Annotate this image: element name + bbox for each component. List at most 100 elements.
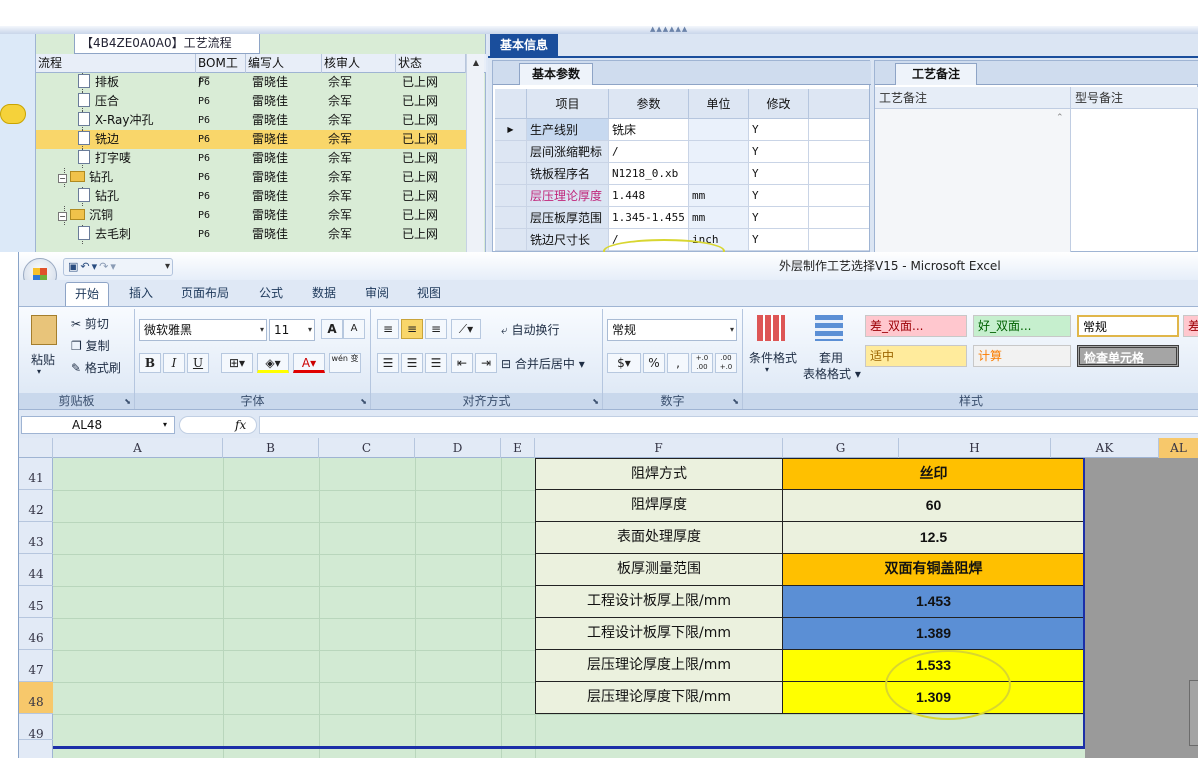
orientation-icon[interactable]: ⟋▾ xyxy=(451,319,481,339)
column-header[interactable]: H xyxy=(899,438,1051,458)
chat-bubble-icon[interactable] xyxy=(0,104,26,124)
flow-row[interactable]: − 钻孔 P6 雷晓佳 佘军 已上网 xyxy=(36,168,466,187)
paste-icon[interactable] xyxy=(31,315,57,345)
increase-indent-icon[interactable]: ⇥ xyxy=(475,353,497,373)
table-format-icon[interactable] xyxy=(815,315,843,341)
table-label-cell[interactable]: 板厚测量范围 xyxy=(535,554,783,586)
col-header-process-remark[interactable]: 工艺备注 xyxy=(875,87,1071,109)
col-header-param[interactable]: 参数 xyxy=(609,89,689,119)
underline-button[interactable]: U xyxy=(187,353,209,373)
splitter[interactable] xyxy=(0,26,1198,34)
table-label-cell[interactable]: 工程设计板厚上限/mm xyxy=(535,586,783,618)
column-header[interactable]: G xyxy=(783,438,899,458)
splitter-grip-icon[interactable]: ▲▲▲▲▲▲ xyxy=(650,26,690,33)
merge-center-button[interactable]: ⊟ 合并后居中 ▾ xyxy=(501,355,585,372)
col-header-model-remark[interactable]: 型号备注 xyxy=(1071,87,1198,109)
row-indicator[interactable] xyxy=(495,163,527,185)
paste-dropdown-icon[interactable]: ▾ xyxy=(37,367,41,376)
param-modify-cell[interactable]: Y xyxy=(749,141,809,163)
collapse-icon[interactable]: − xyxy=(58,174,67,183)
row-header[interactable]: 48 xyxy=(19,682,53,714)
flow-row[interactable]: X-Ray冲孔 P6 雷晓佳 佘军 已上网 xyxy=(36,111,466,130)
param-row[interactable]: 铣边尺寸长 / inch Y xyxy=(495,229,869,251)
flow-row[interactable]: 排板 P6 雷晓佳 佘军 已上网 xyxy=(36,73,466,92)
table-value-cell[interactable]: 1.533 xyxy=(783,650,1085,682)
column-header[interactable]: D xyxy=(415,438,501,458)
col-header-bom[interactable]: BOM工厂 xyxy=(196,54,246,89)
table-label-cell[interactable]: 表面处理厚度 xyxy=(535,522,783,554)
row-indicator[interactable] xyxy=(495,229,527,251)
select-all-corner[interactable] xyxy=(19,438,53,458)
selected-cell-al48[interactable] xyxy=(1189,680,1198,746)
flow-scrollbar[interactable]: ▲ xyxy=(466,54,484,252)
param-modify-cell[interactable]: Y xyxy=(749,119,809,141)
align-left-icon[interactable]: ☰ xyxy=(377,353,399,373)
undo-icon[interactable]: ↶▾ xyxy=(80,260,99,273)
process-remark-textarea[interactable] xyxy=(875,109,1071,253)
column-header[interactable]: F xyxy=(535,438,783,458)
comma-button[interactable]: , xyxy=(667,353,689,373)
tab-page-layout[interactable]: 页面布局 xyxy=(181,280,229,306)
flow-name-cell[interactable]: − 钻孔 xyxy=(58,168,113,187)
flow-name-cell[interactable]: 钻孔 xyxy=(78,187,119,206)
flow-name-cell[interactable]: 去毛刺 xyxy=(78,225,131,244)
tab-basic-params[interactable]: 基本参数 xyxy=(519,63,593,85)
font-name-combo[interactable]: 微软雅黑 ▾ xyxy=(139,319,267,341)
font-color-button[interactable]: A▾ xyxy=(293,353,325,373)
flow-name-cell[interactable]: − 沉铜 xyxy=(58,206,113,225)
quick-access-toolbar[interactable]: ▣↶▾↷▾ xyxy=(63,258,173,276)
cell-style-swatch[interactable]: 适中 xyxy=(865,345,967,367)
redo-icon[interactable]: ↷▾ xyxy=(99,260,118,273)
remark-scroll-up-icon[interactable]: ⌃ xyxy=(1056,113,1068,125)
table-value-cell[interactable]: 1.389 xyxy=(783,618,1085,650)
tab-data[interactable]: 数据 xyxy=(312,280,336,306)
row-header[interactable]: 49 xyxy=(19,714,53,741)
row-header[interactable]: 45 xyxy=(19,586,53,618)
align-right-icon[interactable]: ☰ xyxy=(425,353,447,373)
bold-button[interactable]: B xyxy=(139,353,161,373)
wrap-text-button[interactable]: ⤶ 自动换行 xyxy=(501,321,560,338)
tab-formulas[interactable]: 公式 xyxy=(259,280,283,306)
flow-tab-title[interactable]: 【4B4ZE0A0A0】工艺流程 xyxy=(74,34,260,54)
param-unit-cell[interactable] xyxy=(689,119,749,141)
tab-home[interactable]: 开始 xyxy=(65,282,109,306)
tab-process-remarks[interactable]: 工艺备注 xyxy=(895,63,977,85)
table-label-cell[interactable]: 工程设计板厚下限/mm xyxy=(535,618,783,650)
param-value-cell[interactable]: N1218_0.xb xyxy=(609,163,689,185)
grow-font-button[interactable]: A xyxy=(321,319,343,339)
flow-row[interactable]: 去毛刺 P6 雷晓佳 佘军 已上网 xyxy=(36,225,466,244)
cut-button[interactable]: ✂ 剪切 xyxy=(71,315,109,332)
align-middle-icon[interactable]: ≡ xyxy=(401,319,423,339)
col-header-reviewer[interactable]: 核审人 xyxy=(322,54,396,73)
flow-row[interactable]: 钻孔 P6 雷晓佳 佘军 已上网 xyxy=(36,187,466,206)
param-value-cell[interactable]: 1.345-1.455 xyxy=(609,207,689,229)
table-format-label[interactable]: 表格格式 ▾ xyxy=(803,365,861,382)
align-bottom-icon[interactable]: ≡ xyxy=(425,319,447,339)
param-modify-cell[interactable]: Y xyxy=(749,207,809,229)
table-label-cell[interactable]: 阻焊方式 xyxy=(535,458,783,490)
tab-review[interactable]: 审阅 xyxy=(365,280,389,306)
name-box-dropdown-icon[interactable]: ▾ xyxy=(163,416,173,434)
column-header[interactable]: E xyxy=(501,438,535,458)
param-unit-cell[interactable]: inch xyxy=(689,229,749,251)
param-modify-cell[interactable]: Y xyxy=(749,163,809,185)
table-value-cell[interactable]: 60 xyxy=(783,490,1085,522)
flow-row[interactable]: 铣边 P6 雷晓佳 佘军 已上网 xyxy=(36,130,466,149)
decrease-indent-icon[interactable]: ⇤ xyxy=(451,353,473,373)
param-row[interactable]: 层压理论厚度 1.448 mm Y xyxy=(495,185,869,207)
cell-style-swatch[interactable]: 计算 xyxy=(973,345,1071,367)
name-box[interactable]: AL48 xyxy=(21,416,175,434)
param-row[interactable]: 层压板厚范围 1.345-1.455 mm Y xyxy=(495,207,869,229)
col-header-status[interactable]: 状态 xyxy=(396,54,466,73)
row-header[interactable]: 46 xyxy=(19,618,53,650)
flow-name-cell[interactable]: 排板 xyxy=(78,73,119,92)
param-unit-cell[interactable] xyxy=(689,141,749,163)
param-value-cell[interactable]: / xyxy=(609,141,689,163)
param-unit-cell[interactable]: mm xyxy=(689,185,749,207)
font-launcher-icon[interactable]: ⬊ xyxy=(360,397,367,406)
col-header-unit[interactable]: 单位 xyxy=(689,89,749,119)
flow-name-cell[interactable]: 打字唛 xyxy=(78,149,131,168)
flow-name-cell[interactable]: 铣边 xyxy=(78,130,119,149)
format-painter-button[interactable]: ✎ 格式刷 xyxy=(71,359,121,376)
font-size-combo[interactable]: 11 ▾ xyxy=(269,319,315,341)
